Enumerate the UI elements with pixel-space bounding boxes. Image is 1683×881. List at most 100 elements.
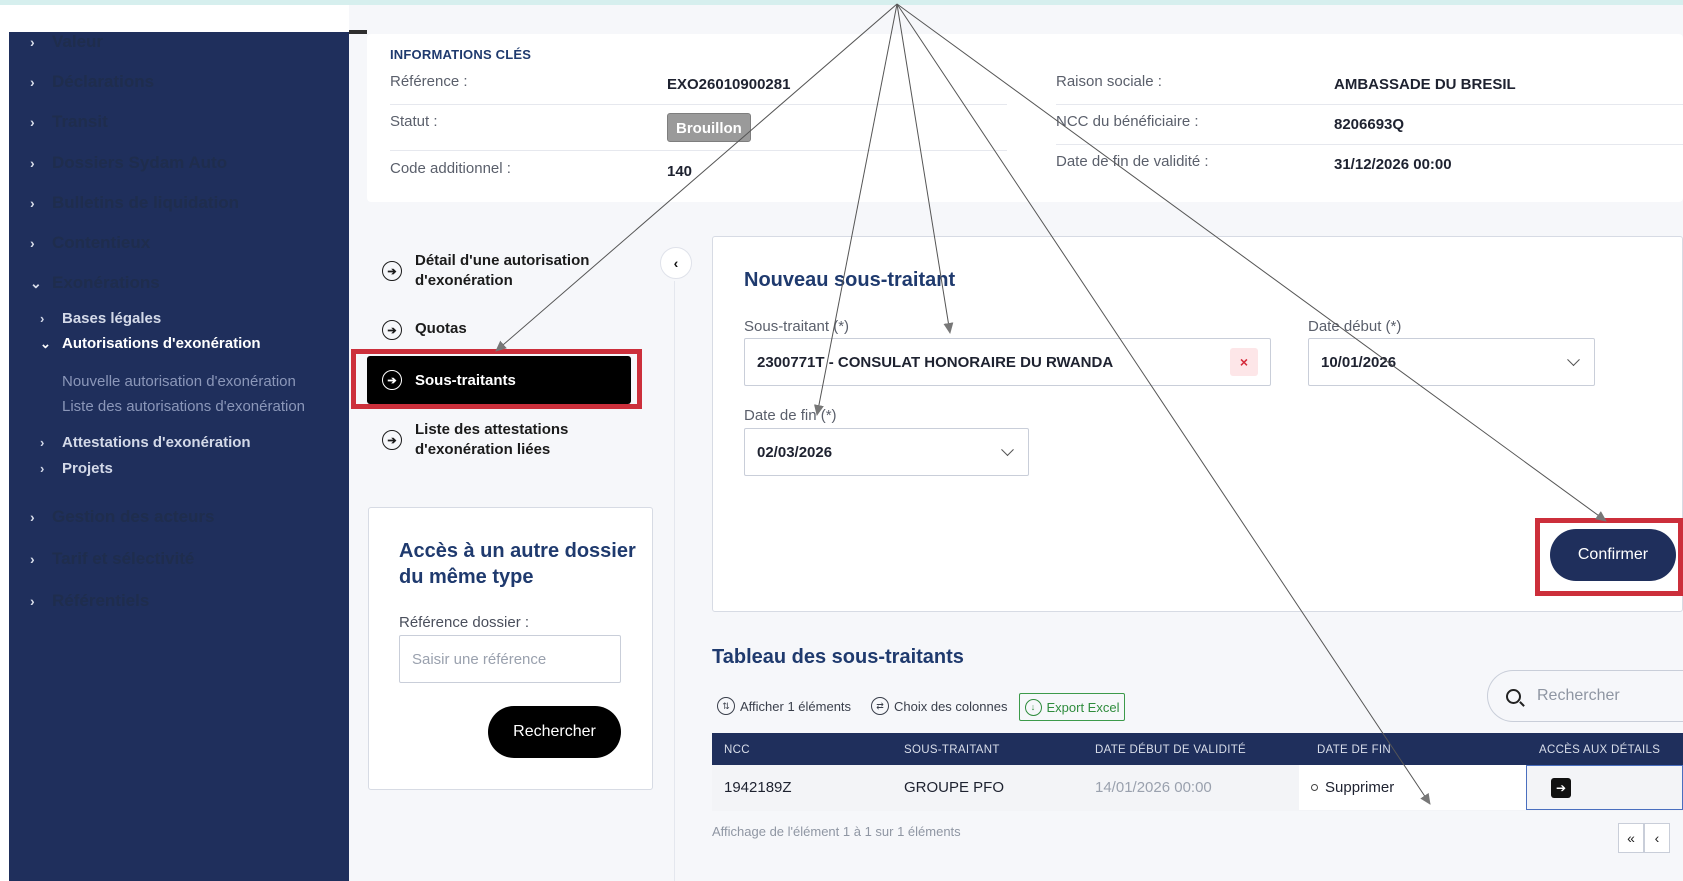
reference-dossier-input[interactable] xyxy=(399,635,621,683)
nav-detail-autorisation[interactable]: ➔ Détail d'une autorisation d'exonératio… xyxy=(367,251,589,291)
sidebar-item-tarif[interactable]: › Tarif et sélectivité xyxy=(30,549,194,569)
chevron-right-icon: › xyxy=(30,155,35,171)
search-icon xyxy=(1506,688,1521,704)
chevron-down-icon xyxy=(1001,443,1014,457)
table-search-input[interactable]: Rechercher xyxy=(1487,670,1683,722)
column-header-sous-traitant[interactable]: SOUS-TRAITANT xyxy=(904,744,1000,756)
sidebar-item-label: Contentieux xyxy=(52,233,151,252)
divider xyxy=(390,150,1007,151)
sidebar-item-exonerations[interactable]: ⌄ Exonérations xyxy=(30,273,160,293)
status-badge: Brouillon xyxy=(667,113,751,142)
table-title: Tableau des sous-traitants xyxy=(712,646,964,668)
nav-quotas[interactable]: ➔ Quotas xyxy=(367,320,467,340)
sidebar-item-gestion-acteurs[interactable]: › Gestion des acteurs xyxy=(30,507,215,527)
clear-icon[interactable]: × xyxy=(1230,348,1258,376)
statut-label: Statut : xyxy=(390,113,438,130)
chevron-right-icon: › xyxy=(30,551,35,567)
raison-sociale-value: AMBASSADE DU BRESIL xyxy=(1334,76,1516,93)
column-header-ncc[interactable]: NCC xyxy=(724,744,750,756)
sidebar-item-dossiers-sydam[interactable]: › Dossiers Sydam Auto xyxy=(30,153,227,173)
chevron-right-icon: › xyxy=(30,235,35,251)
sidebar-item-label: Déclarations xyxy=(52,72,155,91)
sidebar-item-label: Bulletins de liquidation xyxy=(52,193,239,212)
chevron-right-icon: › xyxy=(30,509,35,525)
chevron-right-icon: › xyxy=(30,74,35,90)
chevron-down-icon xyxy=(1567,353,1580,367)
arrow-circle-icon: ➔ xyxy=(382,261,402,281)
cell-date-debut: 14/01/2026 00:00 xyxy=(1095,779,1212,796)
date-fin-validite-value: 31/12/2026 00:00 xyxy=(1334,156,1452,173)
sidebar-item-declarations[interactable]: › Déclarations xyxy=(30,72,154,92)
chevron-right-icon: › xyxy=(30,114,35,130)
date-fin-validite-label: Date de fin de validité : xyxy=(1056,153,1209,170)
nav-label: Quotas xyxy=(415,320,467,337)
divider xyxy=(390,104,1007,105)
sidebar-sub-label: Projets xyxy=(62,460,113,477)
highlight-box xyxy=(1535,518,1683,596)
raison-sociale-label: Raison sociale : xyxy=(1056,73,1162,90)
delete-action-label: Supprimer xyxy=(1325,779,1395,796)
pager-prev-button[interactable]: ‹ xyxy=(1644,823,1670,853)
date-fin-label: Date de fin (*) xyxy=(744,407,837,424)
sidebar-sub-projets[interactable]: › Projets xyxy=(40,460,113,477)
search-placeholder: Rechercher xyxy=(1537,687,1620,704)
swap-icon: ⇄ xyxy=(871,697,889,715)
date-fin-field[interactable]: 02/03/2026 xyxy=(744,428,1029,476)
delete-action-menu[interactable]: Supprimer xyxy=(1299,765,1526,810)
sidebar-item-label: Dossiers Sydam Auto xyxy=(52,153,228,172)
sidebar-item-bulletins[interactable]: › Bulletins de liquidation xyxy=(30,193,239,213)
sidebar-sub-label: Bases légales xyxy=(62,310,162,327)
ncc-beneficiaire-label: NCC du bénéficiaire : xyxy=(1056,113,1199,130)
sort-icon: ⇅ xyxy=(717,697,735,715)
sous-traitant-label: Sous-traitant (*) xyxy=(744,318,850,335)
code-additionnel-label: Code additionnel : xyxy=(390,160,511,177)
cell-ncc: 1942189Z xyxy=(724,779,792,796)
tab-indicator xyxy=(349,30,367,34)
chevron-down-icon: ⌄ xyxy=(40,335,51,351)
sidebar-item-label: Transit xyxy=(52,112,108,131)
sous-traitant-field[interactable]: 2300771T - CONSULAT HONORAIRE DU RWANDA … xyxy=(744,338,1271,386)
column-header-date-debut[interactable]: DATE DÉBUT DE VALIDITÉ xyxy=(1095,744,1246,756)
search-dossier-button[interactable]: Rechercher xyxy=(488,706,621,758)
sidebar-sub-label: Autorisations d'exonération xyxy=(62,335,261,352)
open-details-icon[interactable]: ➔ xyxy=(1551,778,1571,798)
sidebar-item-contentieux[interactable]: › Contentieux xyxy=(30,233,150,253)
nav-label: Détail d'une autorisation d'exonération xyxy=(415,251,589,291)
sidebar-sub-bases-legales[interactable]: › Bases légales xyxy=(40,310,161,327)
show-elements-tool[interactable]: ⇅ Afficher 1 éléments xyxy=(717,697,851,715)
date-debut-field[interactable]: 10/01/2026 xyxy=(1308,338,1595,386)
chevron-right-icon: › xyxy=(40,461,45,476)
sidebar-item-valeur[interactable]: › Valeur xyxy=(30,32,103,52)
left-gap xyxy=(0,5,9,881)
export-excel-button[interactable]: ↓ Export Excel xyxy=(1019,693,1125,721)
chevron-right-icon: › xyxy=(30,593,35,609)
sidebar-leaf-liste-autorisations[interactable]: Liste des autorisations d'exonération xyxy=(62,398,305,415)
sidebar-item-label: Gestion des acteurs xyxy=(52,507,215,526)
chevron-right-icon: › xyxy=(40,435,45,450)
sidebar-item-transit[interactable]: › Transit xyxy=(30,112,108,132)
table-footer-info: Affichage de l'élément 1 à 1 sur 1 éléme… xyxy=(712,824,961,839)
collapse-button[interactable]: ‹ xyxy=(660,247,692,279)
sidebar-sub-attestations[interactable]: › Attestations d'exonération xyxy=(40,434,251,451)
access-title: Accès à un autre dossier du même type xyxy=(399,540,636,588)
pager-first-button[interactable]: « xyxy=(1618,823,1644,853)
detail-cell xyxy=(1526,765,1683,810)
sidebar-sub-autorisations[interactable]: ⌄ Autorisations d'exonération xyxy=(40,335,261,352)
download-icon: ↓ xyxy=(1024,698,1042,716)
date-fin-value: 02/03/2026 xyxy=(757,443,833,461)
sidebar-leaf-nouvelle-autorisation[interactable]: Nouvelle autorisation d'exonération xyxy=(62,373,296,390)
sidebar-item-label: Référentiels xyxy=(52,591,150,610)
column-divider xyxy=(674,281,675,881)
nav-attestations-liees[interactable]: ➔ Liste des attestations d'exonération l… xyxy=(367,420,568,460)
key-info-title: INFORMATIONS CLÉS xyxy=(390,47,532,62)
key-info-card xyxy=(367,34,1683,202)
arrow-circle-icon: ➔ xyxy=(382,430,402,450)
sous-traitant-value: 2300771T - CONSULAT HONORAIRE DU RWANDA xyxy=(757,353,1114,371)
sidebar-item-referentiels[interactable]: › Référentiels xyxy=(30,591,149,611)
divider xyxy=(1056,104,1683,105)
divider xyxy=(1056,144,1683,145)
column-header-date-fin[interactable]: DATE DE FIN xyxy=(1317,744,1391,756)
export-label: Export Excel xyxy=(1046,699,1120,715)
choose-columns-tool[interactable]: ⇄ Choix des colonnes xyxy=(871,697,1007,715)
column-header-acces-details[interactable]: ACCÈS AUX DÉTAILS xyxy=(1539,744,1660,756)
